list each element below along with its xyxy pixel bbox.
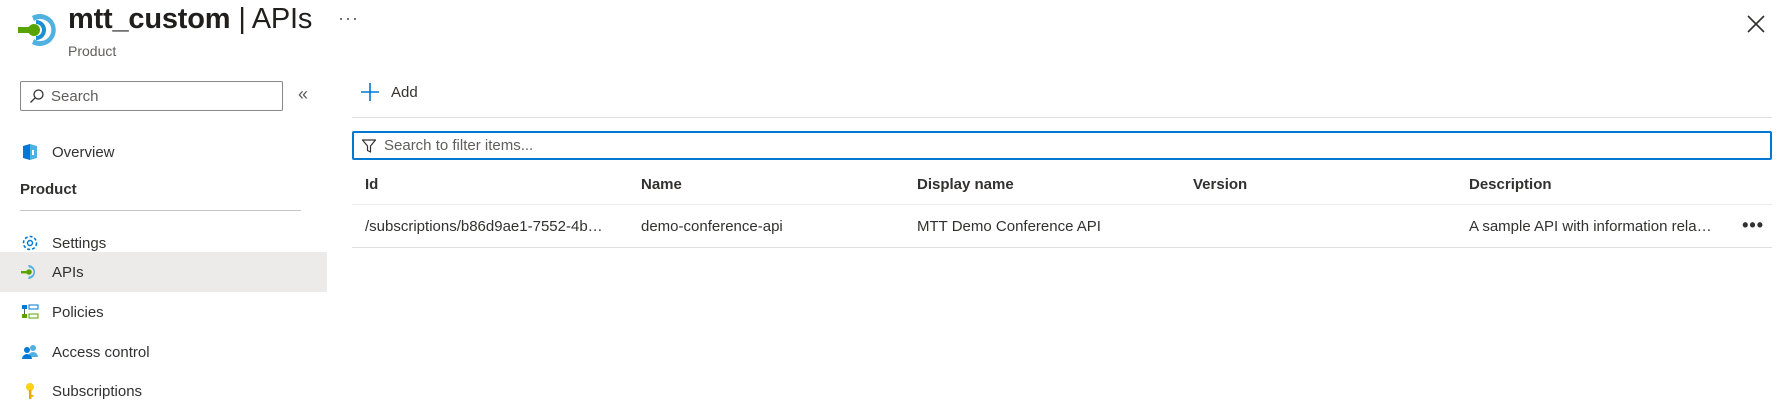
sidebar-item-label: Policies <box>52 303 104 321</box>
column-header-name[interactable]: Name <box>641 165 896 204</box>
column-header-version[interactable]: Version <box>1193 165 1448 204</box>
column-header-display-name[interactable]: Display name <box>917 165 1172 204</box>
sidebar-section-title: Product <box>20 181 77 198</box>
row-more-actions-button[interactable]: ••• <box>1742 215 1764 236</box>
close-icon <box>1747 15 1765 33</box>
table-row[interactable]: /subscriptions/b86d9ae1-7552-4b… demo-co… <box>352 205 1772 248</box>
sidebar-item-overview[interactable]: Overview <box>0 132 327 172</box>
people-icon <box>20 342 40 362</box>
sidebar-item-policies[interactable]: Policies <box>0 292 327 332</box>
policies-icon <box>20 302 40 322</box>
close-button[interactable] <box>1742 10 1770 38</box>
resource-name: mtt_custom <box>68 3 231 35</box>
gear-icon <box>20 233 40 253</box>
sidebar-item-access-control[interactable]: Access control <box>0 332 327 372</box>
filter-box[interactable] <box>352 131 1772 160</box>
filter-icon <box>361 138 377 153</box>
more-actions-button[interactable]: ··· <box>338 8 359 29</box>
filter-input[interactable] <box>384 137 1734 154</box>
sidebar-item-label: Overview <box>52 143 115 161</box>
page-title: mtt_custom | APIs <box>68 3 312 36</box>
cell-version <box>1193 205 1448 247</box>
sidebar-item-subscriptions[interactable]: Subscriptions <box>0 371 327 411</box>
cell-description: A sample API with information rela… <box>1469 217 1712 235</box>
column-header-description[interactable]: Description <box>1469 165 1734 204</box>
add-button[interactable]: Add <box>360 82 418 102</box>
search-icon <box>30 89 44 103</box>
cell-id: /subscriptions/b86d9ae1-7552-4b… <box>365 217 603 235</box>
resource-type-subtitle: Product <box>68 43 117 59</box>
key-icon <box>20 381 40 401</box>
api-management-icon <box>18 10 58 50</box>
sidebar-item-label: Access control <box>52 343 150 361</box>
sidebar-item-apis[interactable]: APIs <box>0 252 327 292</box>
table-header-row: Id Name Display name Version Description <box>352 165 1772 205</box>
apis-table: Id Name Display name Version Description… <box>352 165 1772 248</box>
title-separator: | <box>238 3 246 35</box>
sidebar-item-label: Settings <box>52 234 107 252</box>
plus-icon <box>361 83 379 101</box>
collapse-sidebar-button[interactable]: « <box>298 84 308 105</box>
page-name: APIs <box>251 3 313 35</box>
sidebar-item-label: Subscriptions <box>52 382 143 400</box>
toolbar-divider <box>352 117 1772 118</box>
cell-name: demo-conference-api <box>641 217 783 235</box>
sidebar-search[interactable] <box>20 81 283 111</box>
sidebar-divider <box>20 210 301 211</box>
column-header-id[interactable]: Id <box>365 165 620 204</box>
api-icon <box>20 262 40 282</box>
sidebar-search-input[interactable] <box>51 87 271 105</box>
cell-display-name: MTT Demo Conference API <box>917 217 1101 235</box>
add-button-label: Add <box>391 83 418 101</box>
overview-icon <box>20 142 40 162</box>
sidebar-item-label: APIs <box>52 263 84 281</box>
